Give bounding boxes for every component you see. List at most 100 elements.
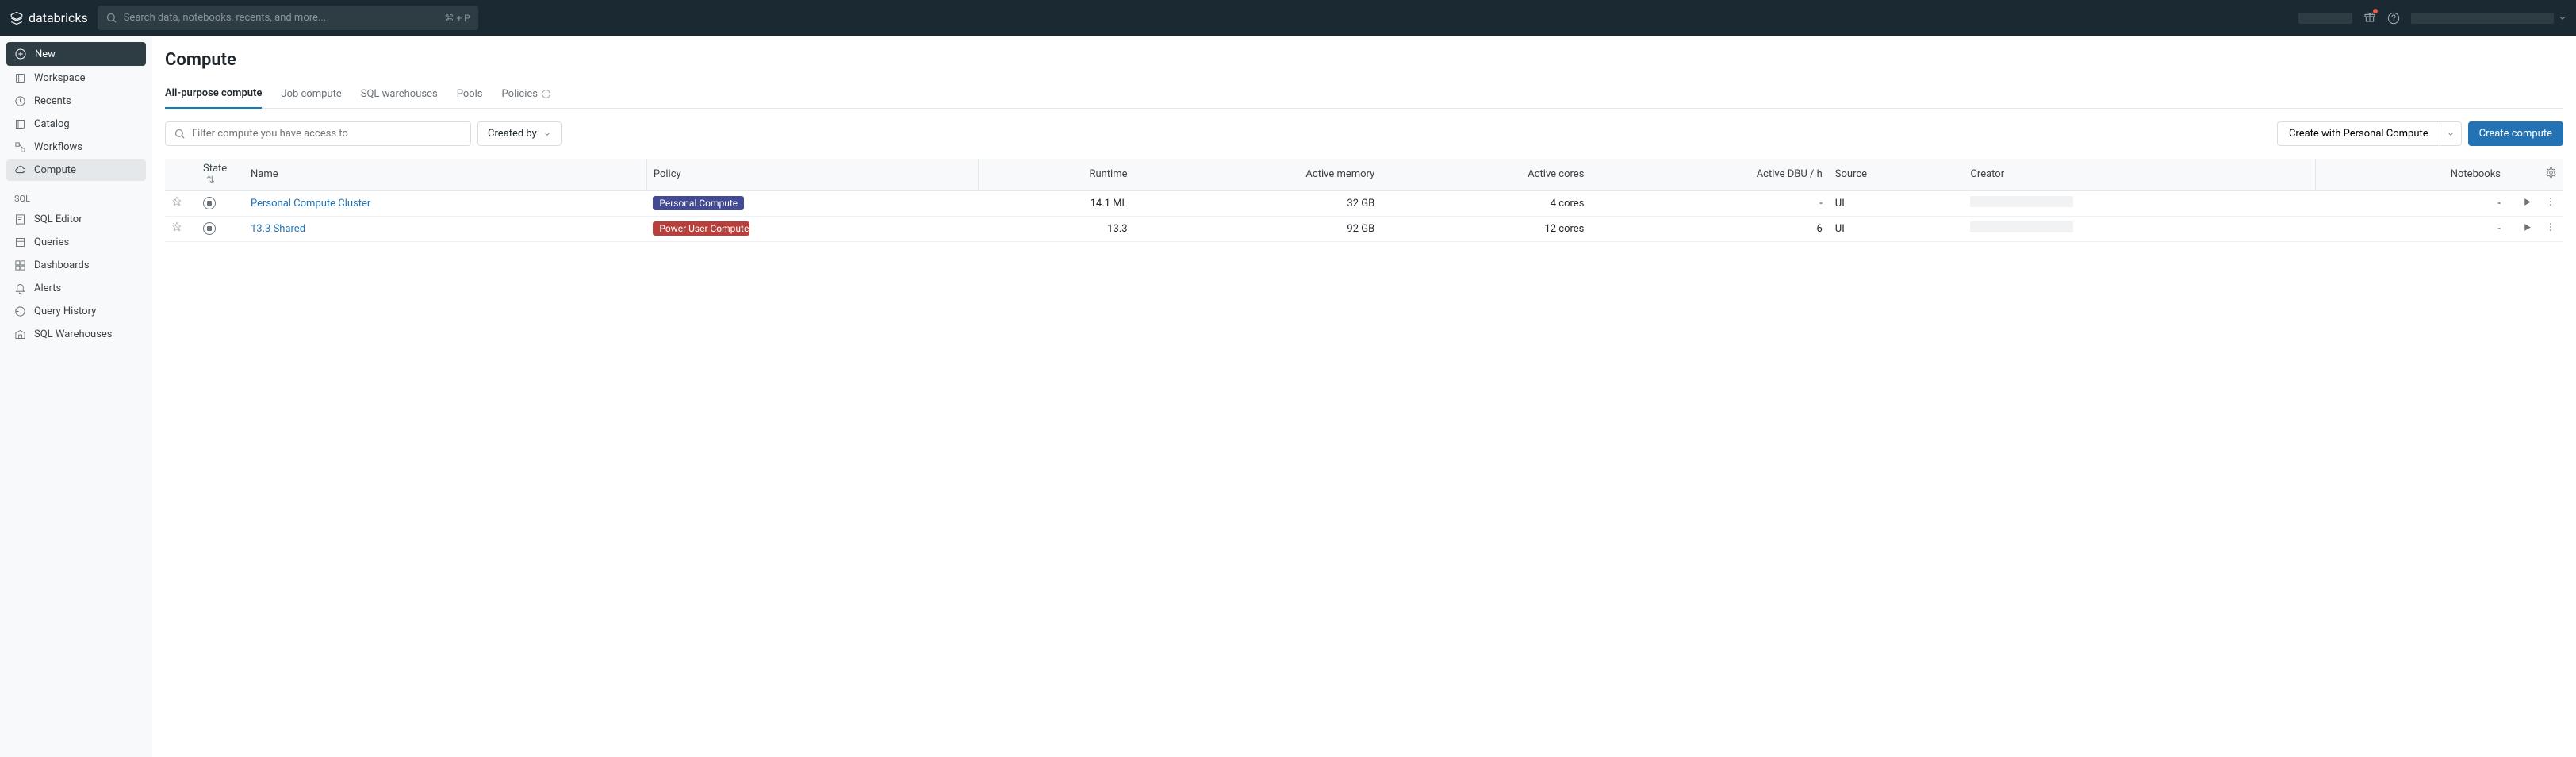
main-content: Compute All-purpose compute Job compute …: [152, 36, 2576, 757]
col-cores[interactable]: Active cores: [1381, 159, 1590, 190]
kebab-menu-icon[interactable]: [2545, 196, 2556, 207]
sidebar-item-label: Catalog: [34, 118, 70, 130]
chevron-down-icon: [2559, 14, 2566, 22]
book-icon: [14, 118, 26, 130]
gear-icon: [2545, 167, 2557, 179]
sidebar-item-label: Dashboards: [34, 259, 90, 271]
sidebar-item-recents[interactable]: Recents: [6, 90, 146, 112]
sidebar-item-label: Recents: [34, 95, 71, 107]
cloud-icon: [14, 164, 26, 176]
whats-new-button[interactable]: [2363, 10, 2376, 26]
global-search[interactable]: ⌘ + P: [98, 6, 478, 30]
warehouse-icon: [14, 329, 26, 340]
compute-table: State⇅ Name Policy Runtime Active memory…: [165, 159, 2563, 242]
toolbar: Created by Create with Personal Compute …: [165, 121, 2563, 146]
filter-input-wrap[interactable]: [165, 121, 471, 146]
brand-text: databricks: [29, 10, 88, 25]
create-personal-group: Create with Personal Compute: [2277, 121, 2462, 146]
search-shortcut: ⌘ + P: [444, 13, 470, 24]
tab-job-compute[interactable]: Job compute: [281, 81, 341, 108]
new-label: New: [35, 48, 56, 60]
col-dbu[interactable]: Active DBU / h: [1590, 159, 1828, 190]
table-row[interactable]: Personal Compute Cluster Personal Comput…: [165, 190, 2563, 216]
user-menu[interactable]: [2411, 13, 2566, 24]
cell-dbu: -: [1590, 190, 1828, 216]
start-cluster-icon[interactable]: [2522, 197, 2532, 207]
cell-runtime: 14.1 ML: [979, 190, 1134, 216]
sidebar-section-sql: SQL: [6, 187, 146, 207]
cell-cores: 4 cores: [1381, 190, 1590, 216]
col-state[interactable]: State⇅: [197, 159, 244, 190]
col-policy[interactable]: Policy: [646, 159, 978, 190]
sidebar-item-label: Alerts: [34, 282, 61, 294]
policy-badge: Personal Compute: [653, 196, 744, 210]
cluster-name-link[interactable]: Personal Compute Cluster: [251, 198, 370, 209]
table-row[interactable]: 13.3 Shared Power User Compute 13.3 92 G…: [165, 216, 2563, 241]
page-title: Compute: [165, 50, 2563, 70]
col-notebooks[interactable]: Notebooks: [2315, 159, 2507, 190]
col-memory[interactable]: Active memory: [1134, 159, 1382, 190]
sidebar-item-label: Workspace: [34, 72, 86, 84]
col-settings[interactable]: [2539, 159, 2563, 190]
brand-logo[interactable]: databricks: [10, 10, 88, 25]
start-cluster-icon[interactable]: [2522, 222, 2532, 232]
cell-notebooks: -: [2315, 216, 2507, 241]
sidebar-item-sql-editor[interactable]: SQL Editor: [6, 209, 146, 230]
kebab-menu-icon[interactable]: [2545, 221, 2556, 232]
state-stopped-icon: [203, 222, 216, 235]
cell-source: UI: [1829, 190, 1965, 216]
pin-off-icon[interactable]: [171, 221, 182, 232]
history-icon: [14, 305, 26, 317]
sidebar-item-label: Query History: [34, 305, 96, 317]
sidebar-item-label: SQL Editor: [34, 213, 82, 225]
cell-memory: 32 GB: [1134, 190, 1382, 216]
folder-icon: [14, 72, 26, 84]
create-personal-button[interactable]: Create with Personal Compute: [2277, 121, 2440, 146]
table-header-row: State⇅ Name Policy Runtime Active memory…: [165, 159, 2563, 190]
filter-input[interactable]: [192, 128, 462, 140]
sort-icon: ⇅: [206, 175, 215, 186]
creator-redacted: [1970, 221, 2073, 232]
notification-dot: [2373, 9, 2378, 13]
sidebar-item-query-history[interactable]: Query History: [6, 301, 146, 322]
cell-source: UI: [1829, 216, 1965, 241]
col-source[interactable]: Source: [1829, 159, 1965, 190]
search-icon: [105, 12, 117, 24]
search-input[interactable]: [124, 12, 439, 24]
cell-memory: 92 GB: [1134, 216, 1382, 241]
editor-icon: [14, 213, 26, 225]
col-name[interactable]: Name: [244, 159, 646, 190]
bell-icon: [14, 282, 26, 294]
sidebar-item-compute[interactable]: Compute: [6, 159, 146, 181]
tab-sql-warehouses[interactable]: SQL warehouses: [361, 81, 438, 108]
sidebar-item-sql-warehouses[interactable]: SQL Warehouses: [6, 324, 146, 345]
created-by-dropdown[interactable]: Created by: [477, 121, 562, 146]
plus-circle-icon: [14, 48, 27, 60]
tab-pools[interactable]: Pools: [457, 81, 483, 108]
cell-cores: 12 cores: [1381, 216, 1590, 241]
sidebar-item-workspace[interactable]: Workspace: [6, 67, 146, 89]
sidebar-item-workflows[interactable]: Workflows: [6, 136, 146, 158]
col-runtime[interactable]: Runtime: [979, 159, 1134, 190]
workspace-name-redacted: [2298, 13, 2352, 24]
sidebar-item-catalog[interactable]: Catalog: [6, 113, 146, 135]
col-creator[interactable]: Creator: [1964, 159, 2315, 190]
create-personal-chevron[interactable]: [2440, 121, 2462, 146]
sidebar-item-label: SQL Warehouses: [34, 329, 113, 340]
creator-redacted: [1970, 196, 2073, 207]
chevron-down-icon: [2447, 130, 2455, 138]
sidebar-item-dashboards[interactable]: Dashboards: [6, 255, 146, 276]
info-icon: [541, 89, 551, 99]
sidebar-item-alerts[interactable]: Alerts: [6, 278, 146, 299]
tab-policies[interactable]: Policies: [502, 81, 551, 108]
help-icon[interactable]: [2387, 12, 2400, 25]
create-compute-button[interactable]: Create compute: [2468, 121, 2563, 146]
workflow-icon: [14, 141, 26, 153]
cluster-name-link[interactable]: 13.3 Shared: [251, 223, 305, 235]
pin-off-icon[interactable]: [171, 196, 182, 207]
sidebar-item-label: Compute: [34, 164, 76, 176]
tab-all-purpose[interactable]: All-purpose compute: [165, 81, 262, 109]
new-button[interactable]: New: [6, 42, 146, 66]
sidebar-item-queries[interactable]: Queries: [6, 232, 146, 253]
clock-icon: [14, 95, 26, 107]
